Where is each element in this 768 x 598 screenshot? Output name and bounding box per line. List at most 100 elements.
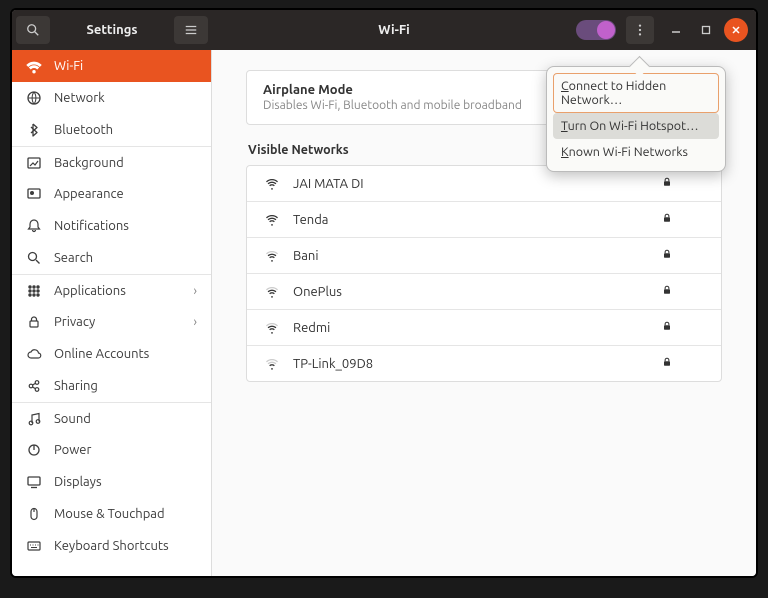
sidebar-item-label: Power xyxy=(54,443,91,457)
share-icon xyxy=(26,378,42,394)
titlebar: Settings Wi-Fi xyxy=(12,10,756,50)
wifi-signal-icon xyxy=(263,177,281,191)
search-button[interactable] xyxy=(16,16,50,44)
sidebar-item-online-accounts[interactable]: Online Accounts xyxy=(12,338,211,370)
sidebar-item-privacy[interactable]: Privacy › xyxy=(12,306,211,338)
airplane-mode-subtitle: Disables Wi-Fi, Bluetooth and mobile bro… xyxy=(263,99,522,112)
kebab-menu-button[interactable] xyxy=(626,16,654,44)
cloud-icon xyxy=(26,346,42,362)
bluetooth-icon xyxy=(26,122,42,138)
wifi-signal-icon xyxy=(263,249,281,263)
close-button[interactable] xyxy=(724,18,748,42)
titlebar-left: Settings xyxy=(12,10,212,50)
sidebar-item-label: Sound xyxy=(54,412,91,426)
music-icon xyxy=(26,411,42,427)
network-row[interactable]: Tenda xyxy=(247,202,721,238)
bell-icon xyxy=(26,218,42,234)
wifi-signal-icon xyxy=(263,357,281,371)
menu-item[interactable]: Connect to Hidden Network… xyxy=(553,73,719,113)
sidebar-item-label: Background xyxy=(54,156,124,170)
wifi-menu-popover: Connect to Hidden Network…Turn On Wi-Fi … xyxy=(546,66,726,172)
minimize-button[interactable] xyxy=(664,18,688,42)
lock-icon xyxy=(661,248,675,263)
lock-icon xyxy=(661,356,675,371)
display-icon xyxy=(26,474,42,490)
sidebar-item-network[interactable]: Network xyxy=(12,82,211,114)
search-icon xyxy=(26,23,40,37)
hamburger-button[interactable] xyxy=(174,16,208,44)
lock-icon xyxy=(26,314,42,330)
menu-item[interactable]: Known Wi-Fi Networks xyxy=(553,139,719,165)
sidebar-item-label: Online Accounts xyxy=(54,347,149,361)
appearance-icon xyxy=(26,186,42,202)
sidebar-item-keyboard-shortcuts[interactable]: Keyboard Shortcuts xyxy=(12,530,211,562)
sidebar-title: Settings xyxy=(54,23,170,37)
sidebar-item-displays[interactable]: Displays xyxy=(12,466,211,498)
sidebar-item-label: Notifications xyxy=(54,219,129,233)
airplane-mode-title: Airplane Mode xyxy=(263,83,522,97)
network-name: OnePlus xyxy=(293,285,649,299)
sidebar-item-sharing[interactable]: Sharing xyxy=(12,370,211,402)
network-name: TP-Link_09D8 xyxy=(293,357,649,371)
sidebar-item-label: Sharing xyxy=(54,379,98,393)
wifi-signal-icon xyxy=(263,213,281,227)
sidebar-item-label: Applications xyxy=(54,284,126,298)
sidebar-item-label: Wi-Fi xyxy=(54,59,83,73)
settings-window: Settings Wi-Fi xyxy=(10,8,758,578)
titlebar-controls xyxy=(576,10,756,50)
sidebar-item-label: Displays xyxy=(54,475,102,489)
sidebar-item-mouse-touchpad[interactable]: Mouse & Touchpad xyxy=(12,498,211,530)
network-name: JAI MATA DI xyxy=(293,177,649,191)
maximize-button[interactable] xyxy=(694,18,718,42)
globe-icon xyxy=(26,90,42,106)
titlebar-right: Wi-Fi xyxy=(212,10,756,50)
sidebar-item-applications[interactable]: Applications › xyxy=(12,274,211,306)
sidebar-item-label: Network xyxy=(54,91,105,105)
search-icon xyxy=(26,250,42,266)
network-row[interactable]: TP-Link_09D8 xyxy=(247,346,721,381)
visible-networks-list: JAI MATA DI Tenda Bani OnePlus Redmi TP-Link_… xyxy=(246,165,722,382)
wifi-icon xyxy=(26,58,42,74)
chevron-right-icon: › xyxy=(193,315,197,329)
sidebar-item-notifications[interactable]: Notifications xyxy=(12,210,211,242)
lock-icon xyxy=(661,212,675,227)
sidebar-item-label: Keyboard Shortcuts xyxy=(54,539,169,553)
lock-icon xyxy=(661,320,675,335)
mouse-icon xyxy=(26,506,42,522)
hamburger-icon xyxy=(184,23,198,37)
sidebar-item-sound[interactable]: Sound xyxy=(12,402,211,434)
wifi-signal-icon xyxy=(263,321,281,335)
sidebar-item-label: Bluetooth xyxy=(54,123,113,137)
sidebar-item-label: Search xyxy=(54,251,93,265)
page-title: Wi-Fi xyxy=(212,23,576,37)
sidebar-item-label: Privacy xyxy=(54,315,95,329)
wifi-toggle[interactable] xyxy=(576,20,616,40)
sidebar-item-power[interactable]: Power xyxy=(12,434,211,466)
sidebar-item-search[interactable]: Search xyxy=(12,242,211,274)
lock-icon xyxy=(661,176,675,191)
network-name: Redmi xyxy=(293,321,649,335)
lock-icon xyxy=(661,284,675,299)
sidebar-item-wi-fi[interactable]: Wi-Fi xyxy=(12,50,211,82)
network-name: Tenda xyxy=(293,213,649,227)
close-icon xyxy=(731,25,741,35)
sidebar-item-background[interactable]: Background xyxy=(12,146,211,178)
kebab-icon xyxy=(633,23,647,37)
maximize-icon xyxy=(701,25,711,35)
sidebar: Wi-Fi Network Bluetooth Background Appearanc… xyxy=(12,50,212,576)
keyboard-icon xyxy=(26,538,42,554)
sidebar-item-appearance[interactable]: Appearance xyxy=(12,178,211,210)
sidebar-item-bluetooth[interactable]: Bluetooth xyxy=(12,114,211,146)
power-icon xyxy=(26,442,42,458)
network-row[interactable]: Bani xyxy=(247,238,721,274)
grid-icon xyxy=(26,283,42,299)
network-name: Bani xyxy=(293,249,649,263)
network-row[interactable]: OnePlus xyxy=(247,274,721,310)
wifi-signal-icon xyxy=(263,285,281,299)
background-icon xyxy=(26,155,42,171)
minimize-icon xyxy=(671,25,681,35)
network-row[interactable]: Redmi xyxy=(247,310,721,346)
chevron-right-icon: › xyxy=(193,284,197,298)
sidebar-item-label: Appearance xyxy=(54,187,124,201)
menu-item[interactable]: Turn On Wi-Fi Hotspot… xyxy=(553,113,719,139)
